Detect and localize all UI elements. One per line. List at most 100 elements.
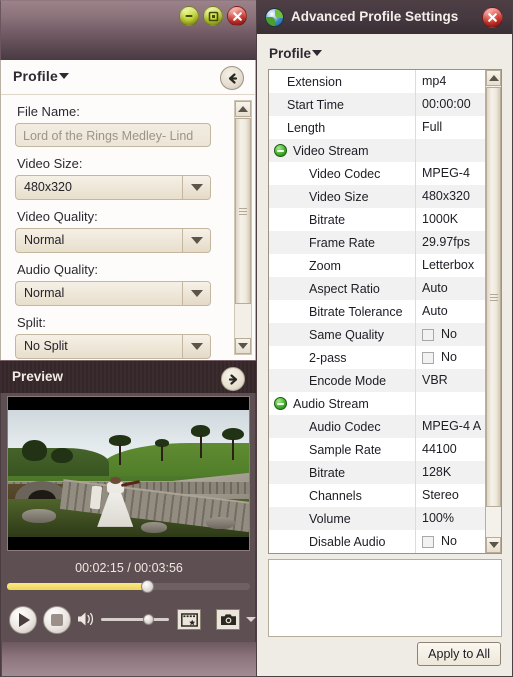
checkbox[interactable] (422, 535, 434, 548)
setting-value[interactable]: No (415, 323, 487, 346)
table-row[interactable]: 2-pass No (269, 346, 487, 369)
video-quality-dropdown-button[interactable] (182, 229, 210, 252)
arrow-right-icon[interactable] (221, 367, 245, 391)
settings-scrollbar[interactable] (485, 70, 501, 553)
table-row[interactable]: Audio Stream (269, 392, 487, 415)
profile-panel-title[interactable]: Profile (13, 68, 69, 84)
setting-value[interactable]: No (415, 530, 487, 553)
table-row[interactable]: Encode Mode VBR (269, 369, 487, 392)
setting-value[interactable]: 44100 (415, 438, 487, 461)
settings-scrollbar-thumb[interactable] (486, 87, 501, 507)
setting-value[interactable]: Stereo (415, 484, 487, 507)
setting-value[interactable] (415, 139, 487, 162)
table-row[interactable]: Sample Rate 44100 (269, 438, 487, 461)
table-row[interactable]: Frame Rate 29.97fps (269, 231, 487, 254)
table-row[interactable]: Same Quality No (269, 323, 487, 346)
profile-scrollbar[interactable] (234, 100, 252, 355)
volume-slider[interactable] (101, 614, 169, 625)
setting-value[interactable]: No (415, 346, 487, 369)
video-scene (8, 410, 249, 537)
stop-button[interactable] (43, 606, 71, 634)
setting-value[interactable]: MPEG-4 A (415, 415, 487, 438)
profile-form: File Name: Lord of the Rings Medley- Lin… (1, 94, 233, 359)
play-button[interactable] (9, 606, 37, 634)
settings-scroll-down-button[interactable] (486, 537, 501, 553)
video-preview[interactable] (7, 396, 250, 551)
scrollbar-thumb[interactable] (235, 118, 251, 304)
table-row[interactable]: Bitrate 128K (269, 461, 487, 484)
checkbox[interactable] (422, 351, 434, 364)
collapse-icon[interactable] (274, 144, 287, 157)
setting-value[interactable]: Auto (415, 300, 487, 323)
setting-value[interactable]: MPEG-4 (415, 162, 487, 185)
table-row[interactable]: Aspect Ratio Auto (269, 277, 487, 300)
setting-value[interactable]: 1000K (415, 208, 487, 231)
seek-slider[interactable] (7, 580, 250, 593)
seek-handle[interactable] (140, 580, 154, 593)
chevron-down-icon[interactable] (246, 617, 256, 622)
preview-panel-header: Preview (0, 360, 256, 393)
table-row[interactable]: Length Full (269, 116, 487, 139)
setting-value[interactable]: Full (415, 116, 487, 139)
split-dropdown-button[interactable] (182, 335, 210, 358)
setting-value[interactable] (415, 392, 487, 415)
scroll-up-button[interactable] (235, 101, 251, 117)
setting-name: Video Codec (309, 166, 381, 181)
setting-value[interactable]: 100% (415, 507, 487, 530)
snapshot-button[interactable] (216, 609, 240, 630)
chevron-down-icon[interactable] (312, 50, 323, 56)
table-row[interactable]: Video Size 480x320 (269, 185, 487, 208)
table-row[interactable]: Video Stream (269, 139, 487, 162)
volume-button[interactable] (76, 610, 96, 633)
audio-quality-combo[interactable]: Normal (15, 281, 211, 306)
table-row[interactable]: Channels Stereo (269, 484, 487, 507)
setting-value[interactable]: mp4 (415, 70, 487, 93)
arrow-left-icon[interactable] (220, 66, 244, 90)
checkbox[interactable] (422, 328, 434, 341)
table-row[interactable]: Zoom Letterbox (269, 254, 487, 277)
setting-value[interactable]: 480x320 (415, 185, 487, 208)
dialog-titlebar[interactable]: Advanced Profile Settings (257, 1, 512, 34)
volume-handle[interactable] (143, 614, 154, 625)
left-window-titlebar[interactable] (0, 0, 256, 60)
table-row[interactable]: Bitrate Tolerance Auto (269, 300, 487, 323)
setting-value[interactable]: VBR (415, 369, 487, 392)
setting-value[interactable]: 29.97fps (415, 231, 487, 254)
profile-panel: Profile File Name: Lord of the Rings Med… (0, 60, 256, 360)
scroll-down-button[interactable] (235, 338, 251, 354)
maximize-button[interactable] (203, 6, 223, 26)
table-row[interactable]: Extension mp4 (269, 70, 487, 93)
chevron-down-icon[interactable] (58, 73, 69, 79)
table-row[interactable]: Bitrate 1000K (269, 208, 487, 231)
dialog-profile-dropdown[interactable]: Profile (269, 46, 323, 61)
table-row[interactable]: Volume 100% (269, 507, 487, 530)
table-row[interactable]: Start Time 00:00:00 (269, 93, 487, 116)
setting-name: Start Time (287, 97, 344, 112)
video-size-combo[interactable]: 480x320 (15, 175, 211, 200)
collapse-icon[interactable] (274, 397, 287, 410)
settings-scroll-up-button[interactable] (486, 70, 501, 86)
playback-controls (1, 598, 256, 640)
setting-value[interactable]: 00:00:00 (415, 93, 487, 116)
minimize-button[interactable] (179, 6, 199, 26)
close-icon[interactable] (482, 7, 503, 28)
play-icon (19, 613, 30, 627)
scene-tree (22, 440, 47, 461)
table-row[interactable]: Disable Audio No (269, 530, 487, 553)
close-button[interactable] (227, 6, 247, 26)
audio-quality-dropdown-button[interactable] (182, 282, 210, 305)
table-row[interactable]: Audio Codec MPEG-4 A (269, 415, 487, 438)
apply-to-all-button[interactable]: Apply to All (417, 642, 501, 666)
audio-quality-value: Normal (24, 286, 65, 300)
setting-value[interactable]: 128K (415, 461, 487, 484)
table-row[interactable]: Video Codec MPEG-4 (269, 162, 487, 185)
snapshot-folder-button[interactable] (177, 609, 201, 630)
setting-value[interactable]: Letterbox (415, 254, 487, 277)
file-name-input[interactable]: Lord of the Rings Medley- Lind (15, 123, 211, 147)
setting-name: Sample Rate (309, 442, 382, 457)
video-size-dropdown-button[interactable] (182, 176, 210, 199)
video-quality-combo[interactable]: Normal (15, 228, 211, 253)
split-combo[interactable]: No Split (15, 334, 211, 359)
setting-value[interactable]: Auto (415, 277, 487, 300)
stop-icon (51, 614, 63, 626)
